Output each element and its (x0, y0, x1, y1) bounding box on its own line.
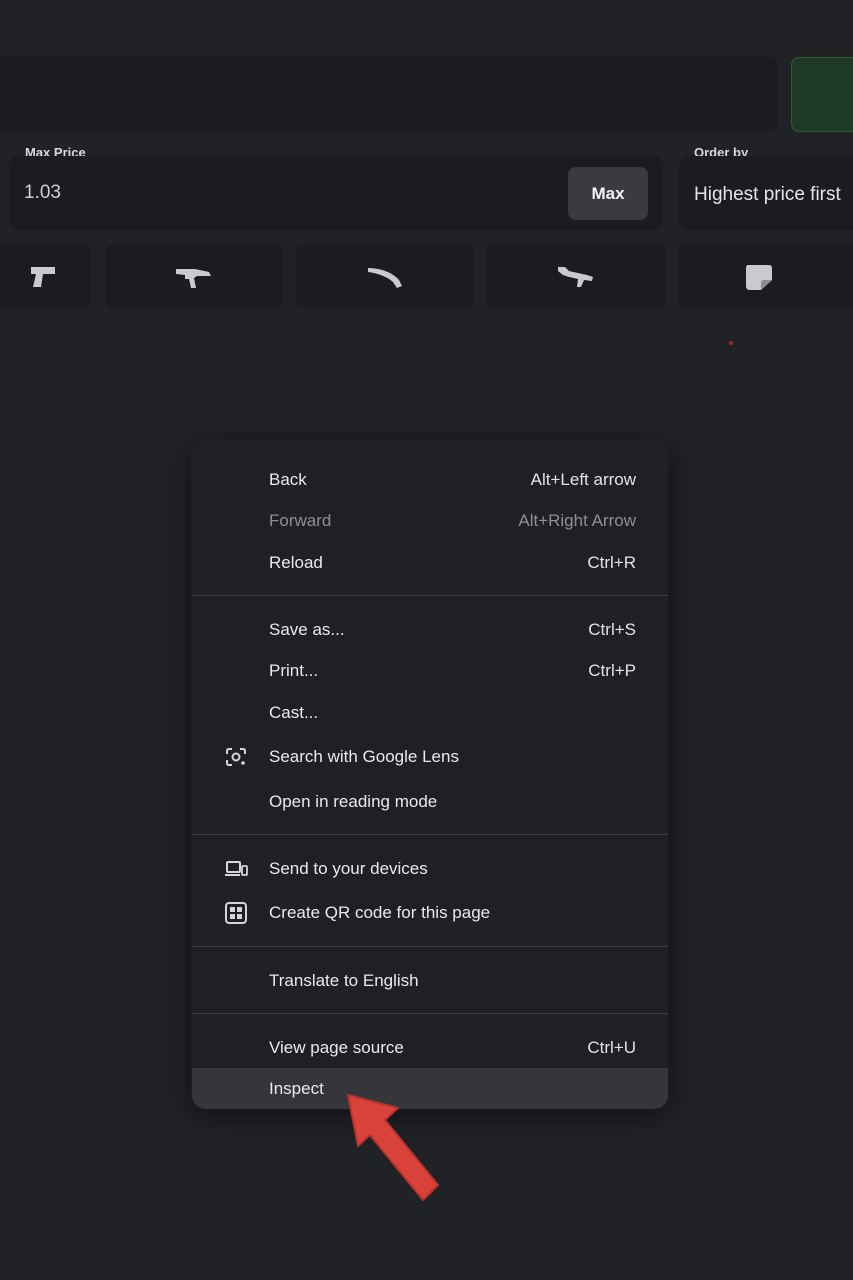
menu-divider (192, 595, 668, 596)
menu-item-print[interactable]: Print... Ctrl+P (192, 651, 668, 691)
menu-item-shortcut: Ctrl+R (587, 553, 636, 572)
menu-item-label: Back (269, 470, 307, 489)
menu-item-shortcut: Ctrl+P (588, 661, 636, 680)
menu-item-save-as[interactable]: Save as... Ctrl+S (192, 610, 668, 650)
menu-item-qr-code[interactable]: Create QR code for this page (192, 893, 668, 933)
menu-item-shortcut: Ctrl+U (587, 1038, 636, 1057)
menu-item-label: View page source (269, 1038, 404, 1057)
cursor-dot (729, 341, 733, 345)
context-menu: Back Alt+Left arrow Forward Alt+Right Ar… (192, 440, 668, 1109)
qr-code-icon (225, 902, 247, 924)
menu-item-reading-mode[interactable]: Open in reading mode (192, 782, 668, 822)
menu-item-send-devices[interactable]: Send to your devices (192, 849, 668, 889)
menu-divider (192, 946, 668, 947)
menu-item-label: Translate to English (269, 971, 419, 990)
menu-item-label: Send to your devices (269, 859, 428, 878)
menu-item-back[interactable]: Back Alt+Left arrow (192, 460, 668, 500)
red-arrow-annotation (347, 1094, 439, 1201)
action-button[interactable] (791, 57, 853, 132)
smg-icon (176, 268, 211, 288)
menu-item-label: Open in reading mode (269, 792, 438, 811)
max-price-input[interactable]: 1.03 (24, 182, 61, 204)
menu-item-translate[interactable]: Translate to English (192, 961, 668, 1001)
order-by-value[interactable]: Highest price first (694, 184, 841, 206)
menu-item-label: Cast... (269, 703, 319, 722)
category-rifle[interactable] (487, 245, 665, 308)
menu-item-reload[interactable]: Reload Ctrl+R (192, 543, 668, 583)
max-price-field[interactable] (9, 156, 663, 230)
pistol-icon (30, 266, 55, 287)
sticker-icon (746, 264, 772, 290)
knife-icon (368, 267, 402, 288)
menu-item-shortcut: Alt+Right Arrow (518, 511, 636, 530)
menu-item-shortcut: Ctrl+S (588, 620, 636, 639)
menu-item-label: Create QR code for this page (269, 903, 491, 922)
menu-item-label: Save as... (269, 620, 345, 639)
menu-item-label: Inspect (269, 1078, 324, 1098)
devices-icon (225, 861, 248, 876)
category-knife[interactable] (296, 245, 474, 308)
menu-item-shortcut: Alt+Left arrow (530, 470, 636, 489)
category-sticker[interactable] (678, 245, 853, 308)
rifle-icon (558, 266, 593, 287)
search-bar[interactable] (0, 56, 778, 132)
menu-item-google-lens[interactable]: Search with Google Lens (192, 737, 668, 777)
category-smg[interactable] (105, 245, 283, 308)
google-lens-icon (226, 748, 246, 766)
menu-item-view-source[interactable]: View page source Ctrl+U (192, 1028, 668, 1068)
max-button[interactable]: Max (568, 167, 648, 220)
category-pistol[interactable] (0, 245, 91, 308)
menu-item-label: Search with Google Lens (269, 747, 459, 766)
menu-item-cast[interactable]: Cast... (192, 693, 668, 733)
menu-divider (192, 834, 668, 835)
menu-item-forward[interactable]: Forward Alt+Right Arrow (192, 501, 668, 541)
menu-item-label: Forward (269, 511, 332, 530)
menu-item-label: Print... (269, 661, 319, 680)
menu-divider (192, 1013, 668, 1014)
menu-item-label: Reload (269, 553, 323, 572)
